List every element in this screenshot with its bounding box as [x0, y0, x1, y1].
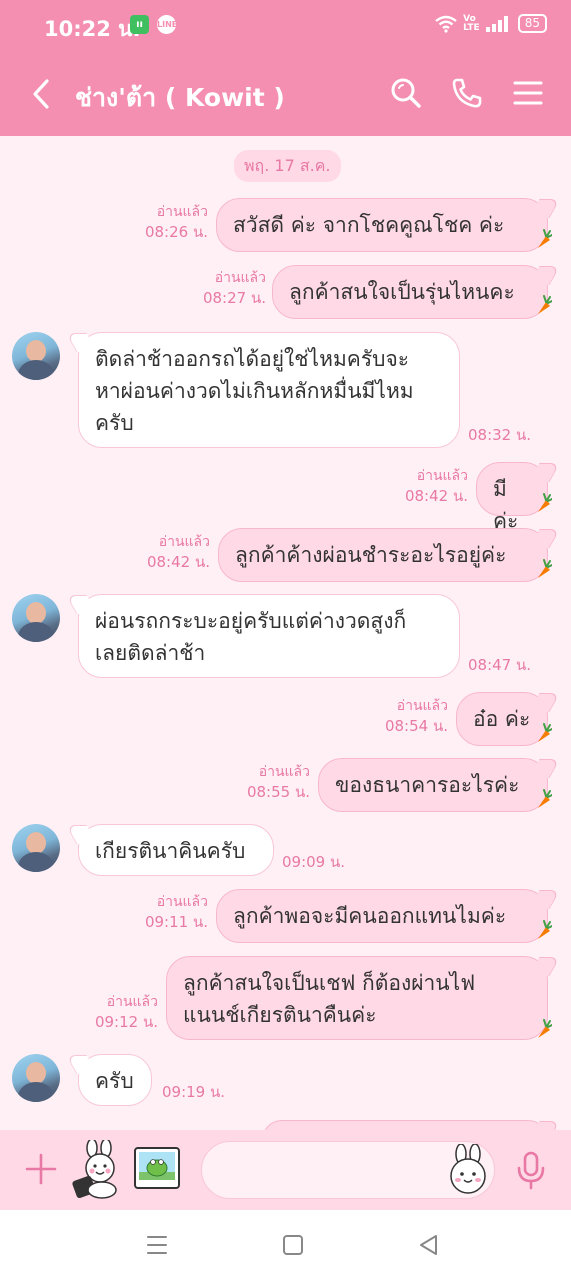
photo-sticker-icon[interactable] [132, 1144, 182, 1194]
recent-apps-icon[interactable] [144, 1232, 170, 1258]
message-meta: อ่านแล้ว 09:12 น. [88, 992, 158, 1032]
status-indicators: Vo LTE 85 [435, 14, 547, 33]
message-time: 08:42 น. [146, 553, 210, 571]
back-arrow-icon[interactable] [28, 76, 54, 112]
chat-area[interactable]: พฤ. 17 ส.ค. อ่านแล้ว 08:26 น. สวัสดี ค่ะ… [0, 136, 571, 1130]
carrot-icon [538, 789, 552, 808]
incoming-message-bubble[interactable]: ติดล่าช้าออกรถได้อยู่ใช่ไหมครับจะ หาผ่อน… [78, 332, 460, 448]
carrot-icon [538, 229, 552, 248]
message-meta: อ่านแล้ว 08:55 น. [240, 762, 310, 802]
read-status: อ่านแล้ว [156, 204, 208, 220]
message-meta: อ่านแล้ว 08:27 น. [196, 268, 266, 308]
message-text: ผ่อนรถกระบะอยู่ครับแต่ค่างวดสูงก็ [95, 609, 407, 633]
message-meta: อ่านแล้ว 08:26 น. [138, 202, 208, 242]
message-text: ของธนาคารอะไรค่ะ [335, 773, 520, 797]
read-status: อ่านแล้ว [156, 894, 208, 910]
message-text: หาผ่อนค่างวดไม่เกินหลักหมื่นมีไหม [95, 379, 414, 403]
contact-avatar[interactable] [12, 824, 60, 872]
carrot-icon [538, 1019, 552, 1038]
menu-icon[interactable] [511, 76, 545, 110]
message-text: เกียรตินาคินครับ [95, 839, 246, 863]
emoji-sticker-icon[interactable] [446, 1144, 490, 1196]
outgoing-message-bubble[interactable]: ลูกค้าพอจะมีคนออกแทนไมค่ะ [216, 889, 548, 943]
read-status: อ่านแล้ว [258, 764, 310, 780]
carrot-icon [538, 493, 552, 512]
message-text: เลยติดล่าช้า [95, 641, 206, 665]
message-time: 08:26 น. [144, 223, 208, 241]
read-status: อ่านแล้ว [214, 270, 266, 286]
message-time: 08:54 น. [384, 717, 448, 735]
message-time: 09:19 น. [162, 1083, 226, 1101]
cony-sticker-icon[interactable] [70, 1140, 122, 1200]
message-text: ครับ [95, 411, 134, 435]
message-time: 09:09 น. [282, 853, 346, 871]
outgoing-message-bubble[interactable]: ลูกค้าสนใจเป็นรุ่นไหนคะ [272, 265, 548, 319]
phone-icon[interactable] [450, 76, 484, 110]
message-text: ติดล่าช้าออกรถได้อยู่ใช่ไหมครับจะ [95, 347, 410, 371]
read-status: อ่านแล้ว [106, 994, 158, 1010]
carrot-icon [538, 295, 552, 314]
wifi-icon [435, 15, 457, 33]
back-triangle-icon[interactable] [416, 1232, 442, 1258]
message-time: 08:42 น. [404, 487, 468, 505]
carrot-icon [538, 559, 552, 578]
message-text: มีค่ะ [493, 477, 519, 533]
home-icon[interactable] [280, 1232, 306, 1258]
message-text: ลูกค้าค้างผ่อนชำระอะไรอยู่ค่ะ [235, 543, 507, 567]
volte-bottom: LTE [463, 22, 480, 33]
contact-avatar[interactable] [12, 1054, 60, 1102]
message-time: 08:32 น. [468, 426, 532, 444]
contact-avatar[interactable] [12, 594, 60, 642]
chat-title[interactable]: ช่าง'ต้า ( Kowit ) [75, 78, 285, 118]
carrot-icon [538, 723, 552, 742]
message-meta: อ่านแล้ว 08:42 น. [398, 466, 468, 506]
contact-avatar[interactable] [12, 332, 60, 380]
status-bar: 10:22 น. ıı LINE Vo LTE 85 [0, 0, 571, 52]
chat-header: ช่าง'ต้า ( Kowit ) [0, 52, 571, 136]
outgoing-message-bubble[interactable]: ของธนาคารอะไรค่ะ [318, 758, 548, 812]
line-notification-icon: LINE [157, 15, 177, 34]
message-meta: อ่านแล้ว 09:11 น. [138, 892, 208, 932]
message-text: ครับ [95, 1069, 134, 1093]
message-text: แนนช์เกียรตินาคืนค่ะ [183, 1003, 377, 1027]
plus-icon[interactable] [24, 1152, 58, 1186]
read-status: อ่านแล้ว [396, 698, 448, 714]
message-input-bar [0, 1130, 571, 1210]
message-meta: อ่านแล้ว 08:42 น. [140, 532, 210, 572]
message-text: อ๋อ ค่ะ [473, 707, 531, 731]
message-time: 09:12 น. [94, 1013, 158, 1031]
outgoing-message-bubble[interactable]: สวัสดี ค่ะ จากโชคคูณโชค ค่ะ [216, 198, 548, 252]
message-meta: อ่านแล้ว 08:54 น. [378, 696, 448, 736]
battery-icon: 85 [517, 14, 547, 33]
incoming-message-bubble[interactable]: ครับ [78, 1054, 152, 1106]
read-status: อ่านแล้ว [158, 534, 210, 550]
system-navigation-bar [0, 1210, 571, 1280]
microphone-icon[interactable] [514, 1150, 548, 1190]
search-icon[interactable] [389, 76, 423, 110]
message-text: ลูกค้าพอจะมีคนออกแทนไมค่ะ [233, 904, 507, 928]
outgoing-message-bubble[interactable] [262, 1120, 548, 1130]
volte-icon: Vo LTE [463, 14, 480, 33]
message-text: สวัสดี ค่ะ จากโชคคูณโชค ค่ะ [233, 213, 505, 237]
message-text: ลูกค้าสนใจเป็นรุ่นไหนคะ [289, 280, 515, 304]
carrot-icon [538, 920, 552, 939]
outgoing-message-bubble[interactable]: ลูกค้าสนใจเป็นเชฟ ก็ต้องผ่านไฟ แนนช์เกีย… [166, 956, 548, 1040]
signal-icon [485, 15, 508, 32]
status-time: 10:22 น. [44, 17, 141, 41]
message-time: 08:27 น. [202, 289, 266, 307]
date-separator: พฤ. 17 ส.ค. [234, 150, 341, 182]
incoming-message-bubble[interactable]: ผ่อนรถกระบะอยู่ครับแต่ค่างวดสูงก็ เลยติด… [78, 594, 460, 678]
message-time: 09:11 น. [144, 913, 208, 931]
message-time: 08:47 น. [468, 656, 532, 674]
message-time: 08:55 น. [246, 783, 310, 801]
message-text: ลูกค้าสนใจเป็นเชฟ ก็ต้องผ่านไฟ [183, 971, 476, 995]
incoming-message-bubble[interactable]: เกียรตินาคินครับ [78, 824, 274, 876]
app-notification-icon: ıı [130, 15, 149, 34]
read-status: อ่านแล้ว [416, 468, 468, 484]
